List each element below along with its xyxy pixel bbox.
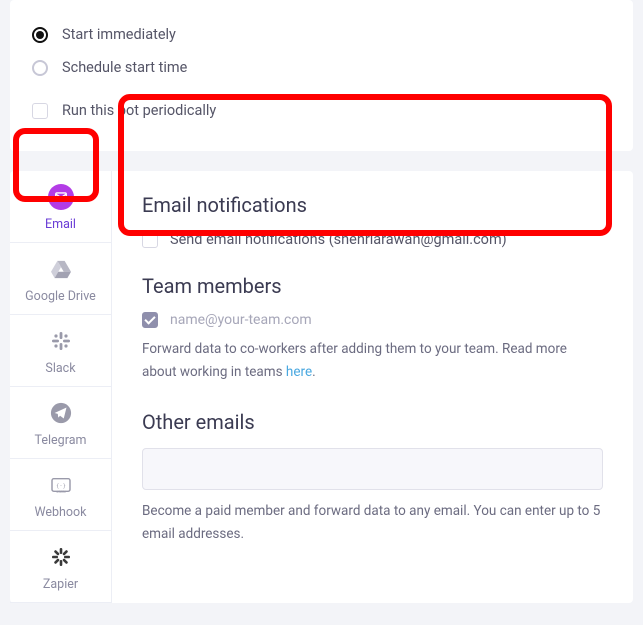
teams-help-link[interactable]: here (286, 364, 312, 380)
sidebar-item-webhook[interactable]: {·}JSON Webhook (10, 459, 111, 531)
sidebar-item-label: Email (45, 217, 76, 232)
email-icon (47, 183, 75, 211)
radio-label: Start immediately (62, 26, 176, 43)
team-email-placeholder: name@your-team.com (170, 312, 312, 328)
checkbox-run-periodically[interactable]: Run this bot periodically (32, 94, 611, 127)
telegram-icon (47, 399, 75, 427)
sidebar-item-label: Webhook (34, 505, 86, 520)
sidebar-item-label: Google Drive (25, 289, 96, 304)
svg-text:{·}: {·} (56, 484, 66, 490)
checkbox-label: Run this bot periodically (62, 102, 216, 119)
radio-label: Schedule start time (62, 59, 187, 76)
checkbox-send-email[interactable]: Send email notifications (shehriarawan@g… (142, 231, 603, 248)
radio-start-immediately[interactable]: Start immediately (32, 18, 611, 51)
sidebar-item-slack[interactable]: Slack (10, 315, 111, 387)
checkbox-icon (142, 312, 158, 328)
radio-schedule-start[interactable]: Schedule start time (32, 51, 611, 84)
sidebar-item-zapier[interactable]: Zapier (10, 531, 111, 603)
other-emails-section: Other emails Become a paid member and fo… (142, 410, 603, 546)
notifications-panel: Email Google Drive Slac (10, 171, 633, 603)
checkbox-label: Send email notifications (shehriarawan@g… (170, 231, 507, 248)
notifications-content: Email notifications Send email notificat… (112, 171, 633, 603)
radio-icon (32, 27, 48, 43)
email-notifications-section: Email notifications Send email notificat… (142, 193, 603, 248)
sidebar-item-google-drive[interactable]: Google Drive (10, 243, 111, 315)
zapier-icon (47, 543, 75, 571)
section-title: Email notifications (142, 193, 603, 217)
integration-sidebar: Email Google Drive Slac (10, 171, 112, 603)
schedule-card: Start immediately Schedule start time Ru… (10, 0, 633, 151)
webhook-icon: {·}JSON (47, 471, 75, 499)
sidebar-item-label: Slack (45, 361, 75, 376)
google-drive-icon (47, 255, 75, 283)
section-title: Team members (142, 274, 603, 298)
other-emails-input[interactable] (142, 448, 603, 490)
svg-text:JSON: JSON (56, 490, 66, 494)
slack-icon (47, 327, 75, 355)
team-email-input-row[interactable]: name@your-team.com (142, 312, 603, 328)
checkbox-icon (32, 103, 48, 119)
section-title: Other emails (142, 410, 603, 434)
team-members-section: Team members name@your-team.com Forward … (142, 274, 603, 384)
sidebar-item-label: Zapier (43, 577, 78, 592)
sidebar-item-telegram[interactable]: Telegram (10, 387, 111, 459)
team-members-helper: Forward data to co-workers after adding … (142, 338, 603, 384)
sidebar-item-label: Telegram (35, 433, 87, 448)
radio-icon (32, 60, 48, 76)
sidebar-item-email[interactable]: Email (10, 171, 111, 243)
other-emails-helper: Become a paid member and forward data to… (142, 500, 603, 546)
checkbox-icon (142, 232, 158, 248)
